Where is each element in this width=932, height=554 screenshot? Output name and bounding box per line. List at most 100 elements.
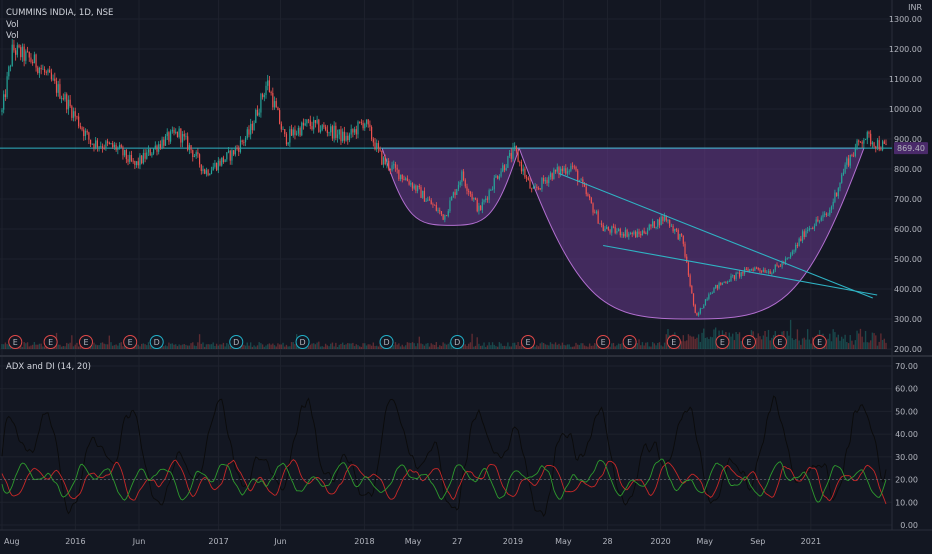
candle-body — [725, 282, 727, 283]
candle-body — [185, 136, 187, 138]
candle-body — [549, 173, 552, 178]
volume-bar — [324, 343, 327, 349]
candle-body — [701, 308, 703, 309]
candle-body — [704, 299, 707, 306]
candle-body — [386, 160, 388, 165]
volume-bar — [147, 342, 150, 349]
volume-bar — [614, 346, 616, 349]
volume-bar — [26, 342, 29, 349]
volume-bar — [483, 342, 485, 349]
volume-bar — [323, 346, 325, 349]
candle-body — [662, 216, 664, 221]
candle-body — [553, 169, 555, 180]
candle-body — [248, 129, 250, 135]
candle-body — [84, 130, 87, 137]
volume-bar — [180, 345, 182, 349]
candle-body — [735, 272, 737, 279]
volume-bar — [1, 344, 3, 349]
candle-body — [880, 149, 882, 151]
chart-container[interactable]: E E E E D D D D D E E E E E E E E 1300.00 1200.00 1100.00 10… — [0, 0, 932, 550]
volume-bar — [96, 345, 99, 349]
volume-bar — [106, 344, 109, 349]
volume-bar — [643, 345, 645, 349]
volume-bar — [4, 342, 7, 349]
candle-body — [234, 147, 236, 155]
candle-body — [691, 285, 693, 294]
volume-bar — [869, 340, 872, 349]
volume-bar — [801, 338, 804, 349]
candle-body — [646, 230, 649, 234]
candle-body — [333, 125, 335, 139]
candle-body — [326, 129, 328, 133]
candle-body — [670, 225, 672, 227]
candle-body — [282, 129, 284, 130]
candle-body — [456, 189, 458, 195]
candle-body — [810, 228, 812, 229]
candle-body — [180, 128, 182, 143]
candle-body — [202, 169, 204, 171]
candle-body — [216, 162, 218, 171]
candle-body — [742, 271, 744, 274]
price-tick-label: 700.00 — [894, 195, 922, 204]
volume-bar — [432, 344, 434, 349]
volume-bar — [646, 342, 649, 349]
price-tick-label: 400.00 — [894, 285, 922, 294]
volume-bar — [60, 346, 63, 349]
candle-body — [561, 168, 563, 172]
candle-body — [752, 269, 754, 271]
volume-bar — [290, 342, 293, 349]
candle-body — [844, 164, 846, 173]
volume-bar — [197, 342, 199, 349]
volume-bar — [192, 342, 194, 349]
candle-body — [164, 136, 167, 146]
candle-body — [50, 72, 52, 80]
volume-bar — [757, 333, 759, 349]
volume-bar — [105, 344, 107, 349]
volume-bar — [340, 343, 342, 349]
candle-body — [371, 127, 373, 140]
candle-body — [365, 119, 368, 124]
candle-body — [863, 140, 865, 144]
candle-body — [474, 198, 477, 200]
candle-body — [146, 152, 148, 159]
volume-bar — [330, 343, 332, 349]
volume-bar — [273, 345, 276, 349]
candle-body — [483, 199, 485, 203]
volume-bar — [650, 346, 652, 349]
candle-body — [40, 68, 42, 70]
volume-bar — [711, 337, 713, 349]
candle-body — [178, 128, 180, 137]
adx-tick-label: 20.00 — [895, 476, 918, 485]
volume-bar — [163, 346, 165, 349]
candle-body — [572, 165, 574, 167]
candle-body — [500, 171, 502, 177]
dividend-marker: D — [295, 335, 310, 349]
volume-bar — [307, 346, 310, 349]
volume-bar — [95, 344, 97, 349]
candle-body — [325, 126, 327, 130]
candle-body — [543, 177, 545, 182]
candle-body — [859, 141, 862, 143]
candle-body — [778, 265, 780, 267]
candle-body — [246, 129, 248, 138]
candle-body — [297, 128, 299, 134]
chart-canvas[interactable]: E E E E D D D D D E E E E E E E E 1300.00 1200.00 1100.00 10… — [0, 0, 932, 550]
candle-body — [617, 229, 620, 231]
currency-label: INR — [908, 3, 922, 12]
candle-body — [824, 213, 826, 215]
volume-bar — [565, 345, 567, 349]
volume-bar — [21, 346, 24, 349]
candle-body — [110, 143, 112, 144]
candle-body — [602, 224, 604, 231]
volume-bar — [376, 345, 378, 349]
candle-body — [258, 112, 260, 116]
volume-bar — [554, 342, 557, 349]
adx-tick-label: 60.00 — [895, 385, 918, 394]
volume-bar — [473, 346, 475, 349]
volume-bar — [665, 334, 667, 349]
volume-bar — [318, 341, 320, 349]
volume-bar — [359, 346, 361, 349]
candle-body — [345, 135, 347, 141]
candle-body — [817, 219, 819, 222]
volume-bar — [326, 345, 329, 349]
